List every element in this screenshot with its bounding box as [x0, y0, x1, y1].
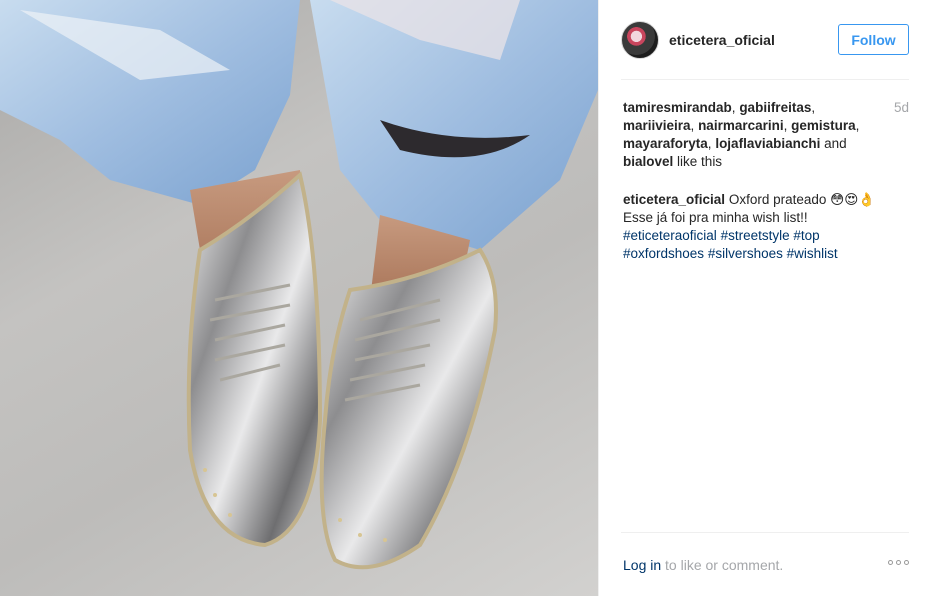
post-time[interactable]: 5d — [894, 100, 909, 115]
liker-link[interactable]: gabiifreitas — [739, 100, 811, 115]
liker-link[interactable]: mariivieira — [623, 118, 691, 133]
post-side-panel: eticetera_oficial Follow tamiresmirandab… — [598, 0, 927, 596]
follow-button[interactable]: Follow — [838, 24, 909, 55]
likes-suffix: like this — [677, 154, 723, 169]
avatar[interactable] — [621, 21, 659, 59]
liker-link[interactable]: nairmarcarini — [698, 118, 784, 133]
hashtag-link[interactable]: #wishlist — [787, 246, 838, 261]
liker-link[interactable]: mayaraforyta — [623, 136, 708, 151]
more-options-icon[interactable] — [888, 560, 909, 565]
post-header: eticetera_oficial Follow — [621, 18, 909, 62]
liker-link[interactable]: lojaflaviabianchi — [715, 136, 820, 151]
hashtag-link[interactable]: #eticeteraoficial — [623, 228, 717, 243]
hashtag-link[interactable]: #top — [793, 228, 819, 243]
divider — [621, 532, 909, 533]
more-dot — [904, 560, 909, 565]
shoes-illustration — [0, 0, 598, 570]
liker-link[interactable]: gemistura — [791, 118, 856, 133]
caption: eticetera_oficial Oxford prateado 😳😍👌 Es… — [623, 191, 903, 263]
hashtag-link[interactable]: #streetstyle — [721, 228, 790, 243]
caption-author-link[interactable]: eticetera_oficial — [623, 192, 725, 207]
more-dot — [888, 560, 893, 565]
liker-link[interactable]: tamiresmirandab — [623, 100, 732, 115]
more-dot — [896, 560, 901, 565]
hashtag-link[interactable]: #silvershoes — [708, 246, 783, 261]
hashtag-link[interactable]: #oxfordshoes — [623, 246, 704, 261]
caption-text-line1: Oxford prateado 😳😍👌 — [728, 192, 876, 207]
login-prompt: to like or comment. — [665, 557, 784, 573]
caption-text-line2: Esse já foi pra minha wish list!! — [623, 210, 808, 225]
login-link[interactable]: Log in — [623, 557, 661, 573]
liker-link[interactable]: bialovel — [623, 154, 673, 169]
likes-list: tamiresmirandab, gabiifreitas, mariiviei… — [623, 100, 860, 169]
username-link[interactable]: eticetera_oficial — [669, 32, 775, 48]
divider — [621, 79, 909, 80]
post-footer: Log in to like or comment. — [623, 557, 783, 573]
likes-and: and — [824, 136, 847, 151]
post-photo[interactable] — [0, 0, 598, 596]
post-container: eticetera_oficial Follow tamiresmirandab… — [0, 0, 927, 596]
